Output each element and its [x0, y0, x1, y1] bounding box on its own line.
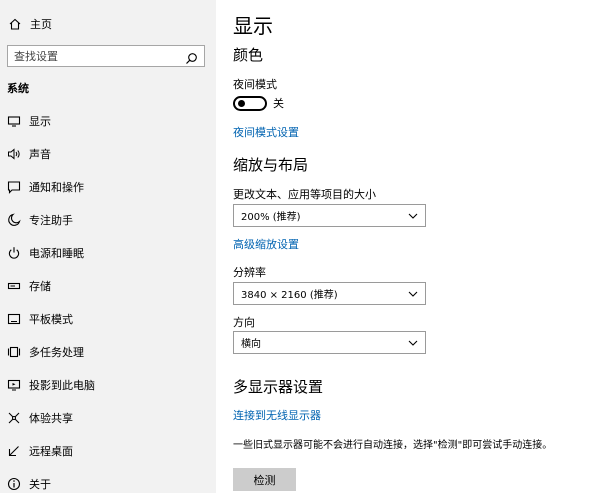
night-mode-label: 夜间模式 — [233, 78, 277, 91]
connect-wireless-display-link[interactable]: 连接到无线显示器 — [233, 407, 321, 423]
sidebar-item-label: 远程桌面 — [29, 444, 73, 458]
advanced-scaling-link[interactable]: 高级缩放设置 — [233, 236, 299, 252]
chevron-down-icon — [408, 211, 418, 221]
share-icon — [7, 411, 21, 425]
sidebar-item-about[interactable]: 关于 — [0, 467, 216, 493]
sidebar-item-label: 投影到此电脑 — [29, 378, 95, 392]
main-content: 显示 颜色 夜间模式 关 夜间模式设置 缩放与布局 更改文本、应用等项目的大小 … — [216, 0, 600, 493]
monitor-icon — [7, 114, 21, 128]
sidebar-item-label: 存储 — [29, 279, 51, 293]
sidebar-item-storage[interactable]: 存储 — [0, 269, 216, 302]
notification-icon — [7, 180, 21, 194]
resolution-dropdown[interactable]: 3840 × 2160 (推荐) — [233, 282, 426, 305]
page-title: 显示 — [233, 14, 273, 38]
sidebar-item-display[interactable]: 显示 — [0, 104, 216, 137]
scale-value: 200% (推荐) — [241, 212, 301, 223]
sidebar-item-tablet-mode[interactable]: 平板模式 — [0, 302, 216, 335]
speaker-icon — [7, 147, 21, 161]
sidebar-item-label: 声音 — [29, 147, 51, 161]
sidebar-nav: 显示 声音 通知和操作 专注助手 电源和睡眠 存储 平板模式 多任务处理 投影到… — [0, 104, 216, 493]
scale-layout-heading: 缩放与布局 — [233, 156, 309, 174]
tablet-icon — [7, 312, 21, 326]
night-mode-settings-link[interactable]: 夜间模式设置 — [233, 124, 299, 140]
sidebar-item-projecting[interactable]: 投影到此电脑 — [0, 368, 216, 401]
search-icon[interactable] — [185, 50, 198, 64]
sidebar-item-label: 专注助手 — [29, 213, 73, 227]
sidebar-item-label: 多任务处理 — [29, 345, 84, 359]
moon-icon — [7, 212, 21, 227]
home-icon — [8, 17, 22, 31]
sidebar-item-remote-desktop[interactable]: 远程桌面 — [0, 434, 216, 467]
sidebar-item-multitasking[interactable]: 多任务处理 — [0, 335, 216, 368]
power-icon — [7, 246, 21, 260]
orientation-dropdown[interactable]: 横向 — [233, 331, 426, 354]
sidebar-item-label: 显示 — [29, 114, 51, 128]
sidebar-item-label: 关于 — [29, 477, 51, 491]
multitask-icon — [7, 345, 21, 359]
chevron-down-icon — [408, 338, 418, 348]
sidebar-item-label: 体验共享 — [29, 411, 73, 425]
night-mode-toggle[interactable] — [233, 95, 267, 111]
detect-button[interactable]: 检测 — [233, 468, 296, 491]
sidebar-item-shared-experiences[interactable]: 体验共享 — [0, 401, 216, 434]
scale-label: 更改文本、应用等项目的大小 — [233, 188, 376, 201]
sidebar-item-focus-assist[interactable]: 专注助手 — [0, 203, 216, 236]
resolution-label: 分辨率 — [233, 266, 266, 279]
section-label-system: 系统 — [7, 82, 29, 95]
sidebar-item-sound[interactable]: 声音 — [0, 137, 216, 170]
night-mode-toggle-row: 关 — [233, 95, 284, 111]
storage-icon — [7, 279, 21, 293]
detect-description: 一些旧式显示器可能不会进行自动连接，选择"检测"即可尝试手动连接。 — [233, 440, 553, 451]
orientation-value: 横向 — [241, 339, 261, 350]
home-nav-item[interactable]: 主页 — [8, 14, 52, 34]
projection-icon — [7, 378, 21, 392]
toggle-knob — [238, 99, 245, 107]
chevron-down-icon — [408, 289, 418, 299]
resolution-value: 3840 × 2160 (推荐) — [241, 290, 338, 301]
multi-display-heading: 多显示器设置 — [233, 378, 324, 396]
search-box[interactable] — [7, 45, 205, 67]
info-icon — [7, 477, 21, 491]
home-label: 主页 — [30, 18, 52, 31]
sidebar: 主页 系统 显示 声音 通知和操作 专注助手 电源和睡眠 — [0, 0, 216, 493]
scale-dropdown[interactable]: 200% (推荐) — [233, 204, 426, 227]
search-input[interactable] — [14, 49, 174, 63]
remote-desktop-icon — [7, 444, 21, 458]
sidebar-item-power-sleep[interactable]: 电源和睡眠 — [0, 236, 216, 269]
sidebar-item-notifications[interactable]: 通知和操作 — [0, 170, 216, 203]
color-heading: 颜色 — [233, 46, 264, 64]
orientation-label: 方向 — [233, 316, 255, 329]
sidebar-item-label: 电源和睡眠 — [29, 246, 84, 260]
night-mode-state: 关 — [273, 97, 284, 110]
sidebar-item-label: 平板模式 — [29, 312, 73, 326]
sidebar-item-label: 通知和操作 — [29, 180, 84, 194]
